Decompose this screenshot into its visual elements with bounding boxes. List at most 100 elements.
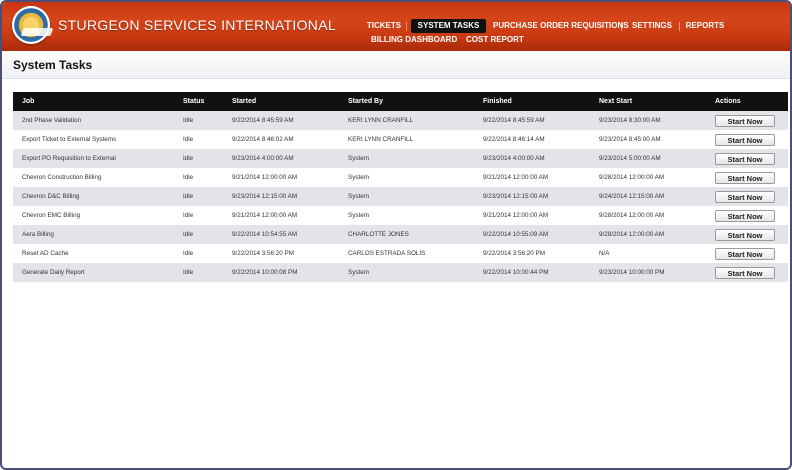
start-now-button[interactable]: Start Now — [715, 171, 775, 184]
cell-next-start: 9/28/2014 12:00:00 AM — [599, 231, 665, 238]
cell-job: Reset AD Cache — [22, 250, 69, 257]
start-now-button[interactable]: Start Now — [715, 228, 775, 241]
column-header-job[interactable]: Job — [13, 92, 174, 111]
page-title: System Tasks — [13, 58, 93, 72]
table-row: Generate Daily Report Idle 9/22/2014 10:… — [13, 263, 788, 282]
cell-status: Idle — [183, 117, 194, 124]
table-row: Chevron D&C Billing Idle 9/23/2014 12:15… — [13, 187, 788, 206]
cell-status: Idle — [183, 212, 194, 219]
cell-next-start: 9/24/2014 12:15:00 AM — [599, 193, 665, 200]
app-window: STURGEON SERVICES INTERNATIONAL TICKETS … — [0, 0, 792, 470]
cell-started-by: System — [348, 193, 369, 200]
start-now-button[interactable]: Start Now — [715, 190, 775, 203]
cell-actions: Start Now — [706, 130, 788, 149]
cell-job: Aera Billing — [22, 231, 54, 238]
system-tasks-table: Job Status Started Started By Finished N… — [13, 92, 788, 282]
cell-finished: 9/22/2014 10:00:44 PM — [483, 269, 549, 276]
app-title: STURGEON SERVICES INTERNATIONAL — [58, 17, 336, 33]
cell-next-start: 9/23/2014 10:00:00 PM — [599, 269, 665, 276]
column-header-finished[interactable]: Finished — [474, 92, 590, 111]
cell-status: Idle — [183, 250, 194, 257]
column-header-started[interactable]: Started — [223, 92, 339, 111]
start-now-button[interactable]: Start Now — [715, 247, 775, 260]
cell-actions: Start Now — [706, 187, 788, 206]
cell-status: Idle — [183, 231, 194, 238]
cell-next-start: 9/23/2014 8:45:00 AM — [599, 136, 661, 143]
cell-job: Chevron D&C Billing — [22, 193, 80, 200]
cell-status: Idle — [183, 136, 194, 143]
cell-status: Idle — [183, 193, 194, 200]
table-row: Chevron EMC Billing Idle 9/21/2014 12:00… — [13, 206, 788, 225]
cell-finished: 9/22/2014 3:56:20 PM — [483, 250, 545, 257]
nav-item-purchase-order-requisitions[interactable]: PURCHASE ORDER REQUISITIONS — [493, 19, 629, 33]
cell-started-by: System — [348, 155, 369, 162]
nav-divider — [406, 22, 407, 31]
cell-next-start: 9/28/2014 12:00:00 AM — [599, 174, 665, 181]
cell-job: Export PO Requisition to External — [22, 155, 116, 162]
cell-status: Idle — [183, 174, 194, 181]
cell-job: Chevron Construction Billing — [22, 174, 102, 181]
cell-actions: Start Now — [706, 263, 788, 282]
app-header: STURGEON SERVICES INTERNATIONAL TICKETS … — [2, 2, 790, 51]
cell-next-start: N/A — [599, 250, 610, 257]
cell-next-start: 9/23/2014 8:30:00 AM — [599, 117, 661, 124]
cell-finished: 9/23/2014 4:00:00 AM — [483, 155, 545, 162]
cell-actions: Start Now — [706, 149, 788, 168]
cell-started: 9/21/2014 12:00:00 AM — [232, 212, 298, 219]
cell-actions: Start Now — [706, 168, 788, 187]
start-now-button[interactable]: Start Now — [715, 209, 775, 222]
column-header-next-start[interactable]: Next Start — [590, 92, 706, 111]
cell-finished: 9/22/2014 8:46:14 AM — [483, 136, 545, 143]
cell-started: 9/22/2014 10:54:55 AM — [232, 231, 298, 238]
column-header-status[interactable]: Status — [174, 92, 223, 111]
table-row: 2nd Phase Validation Idle 9/22/2014 8:45… — [13, 111, 788, 130]
cell-started: 9/22/2014 8:46:02 AM — [232, 136, 294, 143]
table-row: Export Ticket to External Systems Idle 9… — [13, 130, 788, 149]
start-now-button[interactable]: Start Now — [715, 266, 775, 279]
column-header-actions: Actions — [715, 98, 741, 105]
nav-item-system-tasks[interactable]: SYSTEM TASKS — [411, 19, 486, 33]
start-now-button[interactable]: Start Now — [715, 133, 775, 146]
nav-item-settings[interactable]: SETTINGS — [629, 19, 675, 33]
cell-finished: 9/22/2014 10:55:09 AM — [483, 231, 549, 238]
cell-status: Idle — [183, 155, 194, 162]
cell-job: Chevron EMC Billing — [22, 212, 81, 219]
column-header-started-by[interactable]: Started By — [339, 92, 474, 111]
cell-actions: Start Now — [706, 225, 788, 244]
cell-started-by: System — [348, 174, 369, 181]
cell-started-by: CARLOS ESTRADA SOLIS — [348, 250, 426, 257]
subnav-item-billing-dashboard[interactable]: BILLING DASHBOARD — [371, 34, 457, 46]
cell-finished: 9/21/2014 12:00:00 AM — [483, 212, 549, 219]
cell-started-by: System — [348, 269, 369, 276]
cell-actions: Start Now — [706, 111, 788, 130]
cell-started-by: System — [348, 212, 369, 219]
cell-started: 9/22/2014 10:00:08 PM — [232, 269, 298, 276]
cell-status: Idle — [183, 269, 194, 276]
nav-divider — [679, 22, 680, 31]
cell-job: Export Ticket to External Systems — [22, 136, 117, 143]
cell-next-start: 9/28/2014 12:00:00 AM — [599, 212, 665, 219]
company-logo-icon[interactable] — [12, 6, 50, 44]
cell-finished: 9/21/2014 12:00:00 AM — [483, 174, 549, 181]
cell-started-by: KERI LYNN CRANFILL — [348, 117, 413, 124]
table-row: Reset AD Cache Idle 9/22/2014 3:56:20 PM… — [13, 244, 788, 263]
table-row: Export PO Requisition to External Idle 9… — [13, 149, 788, 168]
cell-started: 9/23/2014 12:15:00 AM — [232, 193, 298, 200]
start-now-button[interactable]: Start Now — [715, 152, 775, 165]
nav-item-tickets[interactable]: TICKETS — [363, 19, 405, 33]
nav-divider — [621, 22, 622, 31]
cell-job: Generate Daily Report — [22, 269, 85, 276]
table-header-row: Job Status Started Started By Finished N… — [13, 92, 788, 111]
cell-started-by: CHARLOTTE JONES — [348, 231, 409, 238]
cell-actions: Start Now — [706, 206, 788, 225]
cell-started-by: KERI LYNN CRANFILL — [348, 136, 413, 143]
cell-next-start: 9/23/2014 5:00:00 AM — [599, 155, 661, 162]
nav-item-reports[interactable]: REPORTS — [685, 19, 725, 33]
page-title-bar — [2, 51, 790, 79]
cell-job: 2nd Phase Validation — [22, 117, 82, 124]
subnav-item-cost-report[interactable]: COST REPORT — [466, 34, 524, 46]
cell-started: 9/22/2014 3:56:20 PM — [232, 250, 294, 257]
table-row: Aera Billing Idle 9/22/2014 10:54:55 AM … — [13, 225, 788, 244]
cell-actions: Start Now — [706, 244, 788, 263]
start-now-button[interactable]: Start Now — [715, 114, 775, 127]
